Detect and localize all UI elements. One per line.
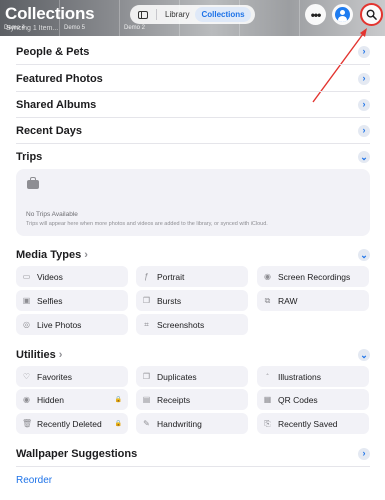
chevron-down-icon[interactable]: ⌄ xyxy=(358,249,370,261)
tile-label: Receipts xyxy=(157,394,191,405)
section-title: Media Types xyxy=(16,249,82,261)
media-type-raw[interactable]: ⧉ RAW xyxy=(257,290,369,311)
selfie-icon: ▣ xyxy=(22,296,31,305)
qr-code-icon: ▦ xyxy=(263,395,272,404)
eye-slash-icon: ◉ xyxy=(23,395,30,404)
chevron-down-icon[interactable]: ⌄ xyxy=(358,349,370,361)
utility-handwriting[interactable]: ✎ Handwriting xyxy=(136,413,248,434)
raw-icon: ⧉ xyxy=(264,296,271,305)
utility-hidden[interactable]: ◉ Hidden 🔒 xyxy=(16,389,128,410)
section-title: People & Pets xyxy=(16,45,90,58)
tile-label: Bursts xyxy=(157,295,182,306)
tile-label: Screen Recordings xyxy=(278,271,351,282)
section-title: Recent Days xyxy=(16,124,83,137)
section-trips[interactable]: Trips ⌄ xyxy=(16,144,370,170)
tile-label: QR Codes xyxy=(278,394,318,405)
tile-label: Illustrations xyxy=(278,371,321,382)
sidebar-icon xyxy=(138,10,148,19)
media-type-portrait[interactable]: ƒ Portrait xyxy=(136,266,248,287)
sync-status: Syncing 1 Item... xyxy=(6,25,59,32)
chevron-down-icon[interactable]: ⌄ xyxy=(358,151,370,163)
library-tab[interactable]: Library xyxy=(159,7,195,22)
section-shared-albums[interactable]: Shared Albums › xyxy=(16,92,370,118)
thumbnail-label: Demo 5 xyxy=(64,25,86,31)
chevron-right-icon[interactable]: › xyxy=(358,447,370,460)
chevron-right-icon: › xyxy=(58,349,63,361)
tile-label: Duplicates xyxy=(157,371,197,382)
utility-duplicates[interactable]: ❐ Duplicates xyxy=(136,366,248,387)
section-wallpaper-suggestions[interactable]: Wallpaper Suggestions › xyxy=(16,441,370,467)
utility-receipts[interactable]: ▤ Receipts xyxy=(136,389,248,410)
section-recent-days[interactable]: Recent Days › xyxy=(16,118,370,144)
tile-label: Hidden xyxy=(37,394,64,405)
tile-label: RAW xyxy=(278,295,298,306)
utility-illustrations[interactable]: ꜙ Illustrations xyxy=(257,366,369,387)
utility-recently-deleted[interactable]: 🗑 Recently Deleted 🔒 xyxy=(16,413,128,434)
media-type-selfies[interactable]: ▣ Selfies xyxy=(16,290,128,311)
section-people-pets[interactable]: People & Pets › xyxy=(16,39,370,65)
portrait-icon: ƒ xyxy=(144,272,149,281)
screenshot-icon: ⌗ xyxy=(144,320,149,329)
empty-message: Trips will appear here when more photos … xyxy=(26,221,268,227)
lock-icon: 🔒 xyxy=(114,421,122,427)
tile-label: Videos xyxy=(37,271,63,282)
trips-empty-card: No Trips Available Trips will appear her… xyxy=(16,169,370,236)
tile-label: Handwriting xyxy=(157,418,202,429)
media-type-screen-recordings[interactable]: ◉ Screen Recordings xyxy=(257,266,369,287)
section-title: Trips xyxy=(16,151,43,163)
segment-divider xyxy=(156,9,157,20)
duplicate-icon: ❐ xyxy=(142,372,151,381)
screen-recording-icon: ◉ xyxy=(264,272,271,281)
search-icon xyxy=(366,9,377,20)
tile-label: Selfies xyxy=(37,295,63,306)
live-photo-icon: ◎ xyxy=(23,320,30,329)
heart-icon: ♡ xyxy=(22,372,31,381)
chevron-right-icon: › xyxy=(84,249,88,261)
utility-favorites[interactable]: ♡ Favorites xyxy=(16,366,128,387)
tile-label: Favorites xyxy=(37,371,72,382)
tile-label: Recently Deleted xyxy=(37,418,102,429)
receipt-icon: ▤ xyxy=(142,395,151,404)
suitcase-icon xyxy=(27,177,39,189)
utility-qr-codes[interactable]: ▦ QR Codes xyxy=(257,389,369,410)
utility-recently-saved[interactable]: ⎘ Recently Saved xyxy=(257,413,369,434)
video-icon: ▭ xyxy=(22,272,31,281)
tile-label: Recently Saved xyxy=(278,418,338,429)
tile-label: Live Photos xyxy=(37,319,82,330)
pencil-icon: ✎ xyxy=(143,419,150,428)
chevron-right-icon[interactable]: › xyxy=(358,98,370,111)
section-featured-photos[interactable]: Featured Photos › xyxy=(16,66,370,92)
section-title: Shared Albums xyxy=(16,98,97,111)
illustration-icon: ꜙ xyxy=(263,372,272,381)
page-title: Collections xyxy=(5,4,95,23)
chevron-right-icon[interactable]: › xyxy=(358,72,370,85)
chevron-right-icon[interactable]: › xyxy=(358,45,370,58)
empty-title: No Trips Available xyxy=(26,211,78,218)
recently-saved-icon: ⎘ xyxy=(264,419,271,428)
section-title: Utilities xyxy=(16,349,56,361)
reorder-button[interactable]: Reorder xyxy=(16,475,52,486)
sidebar-toggle-button[interactable] xyxy=(132,7,154,22)
thumbnail-label: Demo 2 xyxy=(124,25,146,31)
tile-label: Portrait xyxy=(157,271,185,282)
media-type-live-photos[interactable]: ◎ Live Photos xyxy=(16,314,128,335)
media-type-videos[interactable]: ▭ Videos xyxy=(16,266,128,287)
section-media-types[interactable]: Media Types › ⌄ xyxy=(16,242,370,268)
lock-icon: 🔒 xyxy=(114,397,122,403)
trash-icon: 🗑 xyxy=(22,419,33,428)
section-title: Featured Photos xyxy=(16,72,103,85)
media-type-screenshots[interactable]: ⌗ Screenshots xyxy=(136,314,248,335)
media-type-bursts[interactable]: ❐ Bursts xyxy=(136,290,248,311)
tile-label: Screenshots xyxy=(157,319,205,330)
burst-icon: ❐ xyxy=(142,296,151,305)
collections-tab[interactable]: Collections xyxy=(195,7,251,22)
person-icon xyxy=(335,7,350,22)
section-utilities[interactable]: Utilities › ⌄ xyxy=(16,342,370,368)
chevron-right-icon[interactable]: › xyxy=(358,124,370,137)
section-title: Wallpaper Suggestions xyxy=(16,447,138,460)
view-segmented-control: Library Collections xyxy=(130,5,255,24)
